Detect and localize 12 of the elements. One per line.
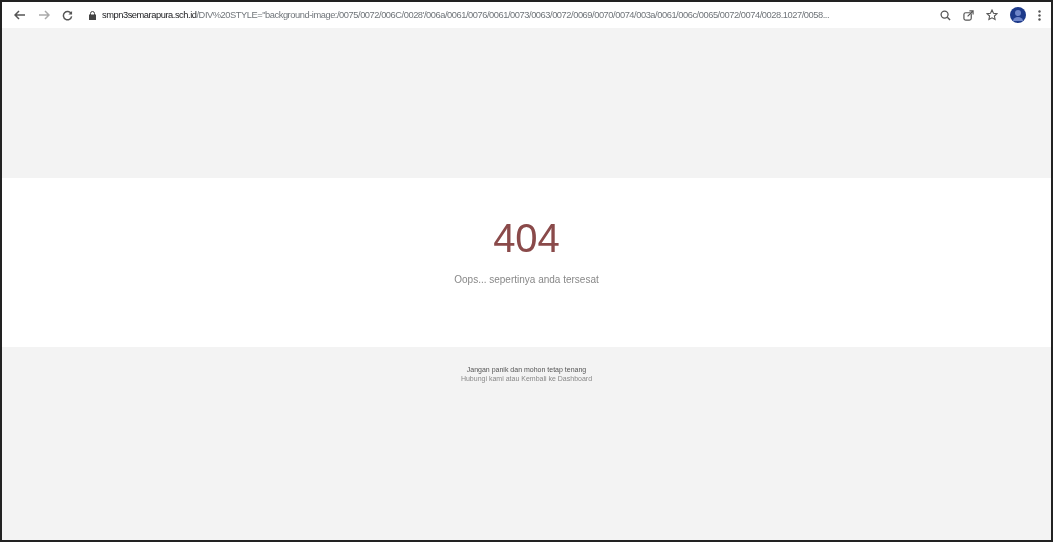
menu-icon[interactable]	[1038, 9, 1041, 21]
star-icon[interactable]	[986, 9, 998, 21]
error-message: Oops... sepertinya anda tersesat	[454, 274, 599, 285]
url-text: smpn3semarapura.sch.id/DIV%20STYLE="background-image:/0075/0072/006C/0028'/006a/0061/0076/0061/0073/0063/0072/0069/0070/0074/003a/0061/006c/0065/0072/0074/0028.1027/0058...	[102, 10, 830, 20]
back-icon[interactable]	[14, 10, 26, 20]
error-code: 404	[493, 218, 560, 258]
share-icon[interactable]	[963, 9, 974, 21]
lock-icon	[89, 10, 96, 20]
zoom-icon[interactable]	[940, 9, 951, 21]
reload-icon[interactable]	[62, 9, 73, 21]
address-bar[interactable]: smpn3semarapura.sch.id/DIV%20STYLE="background-image:/0075/0072/006C/0028'/006a/0061/0076/0061/0073/0063/0072/0069/0070/0074/003a/0061/006c/0065/0072/0074/0028.1027/0058...	[85, 4, 928, 26]
avatar-icon[interactable]	[1010, 7, 1026, 23]
